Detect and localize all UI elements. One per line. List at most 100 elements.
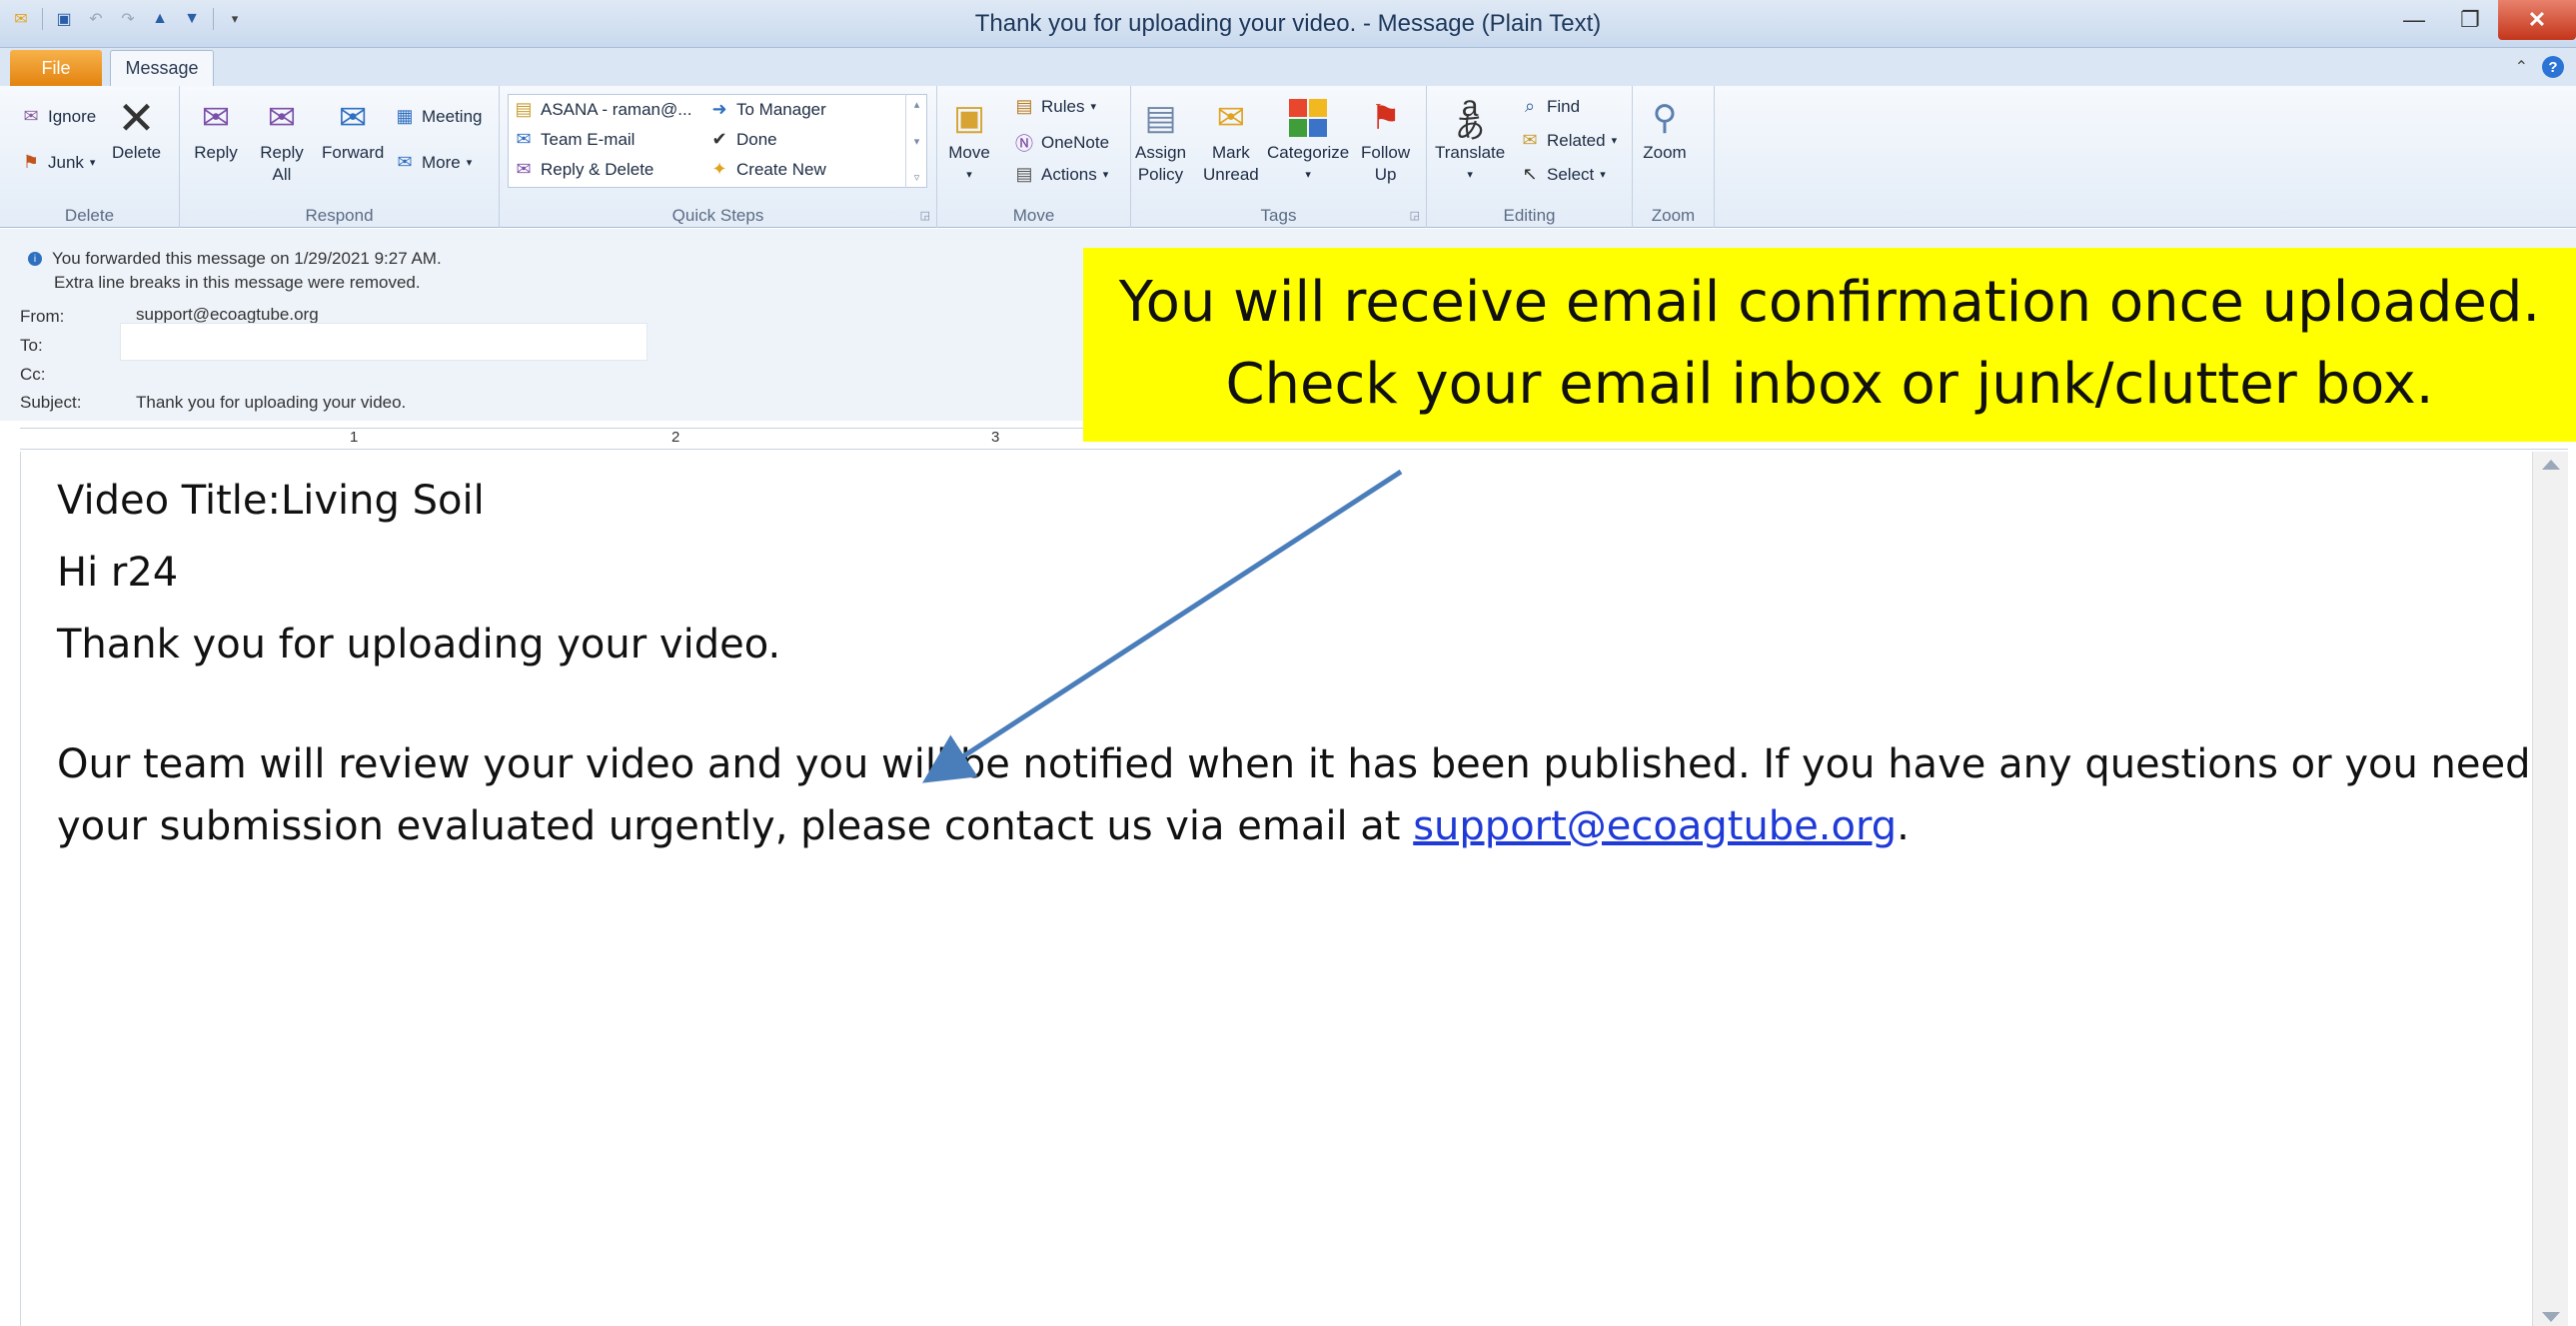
forward-button[interactable]: ✉ Forward [322,96,384,164]
rules-label: Rules [1041,96,1085,116]
info-linebreaks: Extra line breaks in this message were r… [54,273,421,292]
quick-step-team-email[interactable]: ✉ Team E-mail [513,129,635,150]
info-icon: i [28,252,42,266]
reply-all-label-2: All [272,165,292,184]
quick-step-to-manager-label: To Manager [736,99,826,119]
ribbon-tabs: File Message ⌃ ? [0,48,2576,86]
quick-step-reply-delete-label: Reply & Delete [541,159,654,179]
editing-group-label: Editing [1503,206,1556,225]
callout-line2: Check your email inbox or junk/clutter b… [1225,352,2434,417]
meeting-button[interactable]: ▦ Meeting [394,106,482,127]
zoom-group-label: Zoom [1651,206,1696,225]
meeting-label: Meeting [422,106,483,126]
window-controls: — ❐ ✕ [2386,0,2576,40]
to-field[interactable] [120,323,647,361]
scroll-up-icon[interactable] [2542,460,2560,470]
reply-all-button[interactable]: ✉ Reply All [260,96,304,186]
find-button[interactable]: ⌕ Find [1519,96,1580,117]
ribbon-right-controls: ⌃ ? [2515,56,2564,78]
thanks-line: Thank you for uploading your video. [57,622,781,667]
chevron-down-icon: ▾ [89,157,96,169]
zoom-button[interactable]: ⚲ Zoom [1643,96,1687,164]
forward-manager-icon: ➜ [711,99,727,119]
dialog-launcher-icon[interactable]: ◲ [920,209,930,222]
related-button[interactable]: ✉ Related ▾ [1519,130,1617,151]
help-icon[interactable]: ? [2542,56,2564,78]
dialog-launcher-icon[interactable]: ◲ [1410,209,1420,222]
junk-button[interactable]: ⚑ Junk ▾ [20,152,96,173]
delete-label: Delete [112,143,162,162]
assign-policy-button[interactable]: ▤ Assign Policy [1135,96,1186,186]
rules-icon: ▤ [1015,96,1033,116]
translate-icon: aあ [1455,90,1486,145]
greeting: Hi r24 [57,550,179,596]
junk-icon: ⚑ [22,152,40,172]
tab-file[interactable]: File [10,50,102,86]
move-group-label: Move [1012,206,1055,225]
quick-steps-scrollbar[interactable]: ▴ ▾ ▿ [905,94,927,188]
translate-button[interactable]: aあ Translate ▾ [1435,90,1505,186]
respond-group: ✉ Reply ✉ Reply All ✉ Forward ▦ Meeting … [180,86,500,228]
actions-button[interactable]: ▤ Actions ▾ [1013,164,1108,185]
delete-button[interactable]: ✕ Delete [112,95,162,164]
quick-step-reply-delete[interactable]: ✉ Reply & Delete [513,159,653,180]
quick-step-to-manager[interactable]: ➜ To Manager [708,99,826,120]
body-paragraph-suffix: . [1897,803,1910,849]
quick-step-create-new[interactable]: ✦ Create New [708,159,826,180]
select-button[interactable]: ↖ Select ▾ [1519,164,1605,185]
find-label: Find [1547,96,1581,116]
ignore-icon: ✉ [23,106,39,126]
from-value[interactable]: support@ecoagtube.org [136,305,319,325]
more-button[interactable]: ✉ More ▾ [394,152,472,173]
delete-group-label: Delete [64,206,115,225]
follow-up-button[interactable]: ⚑ Follow Up [1361,96,1410,186]
minimize-ribbon-icon[interactable]: ⌃ [2515,57,2528,77]
tab-message[interactable]: Message [110,50,214,86]
onenote-label: OneNote [1041,133,1110,152]
mark-unread-button[interactable]: ✉ Mark Unread [1203,96,1259,186]
forward-icon: ✉ [338,99,368,137]
scroll-down-icon[interactable] [2542,1312,2560,1322]
quick-step-asana[interactable]: ▤ ASANA - raman@... [513,99,691,120]
flag-icon: ⚑ [1370,99,1401,137]
reply-button[interactable]: ✉ Reply [194,96,238,164]
scroll-down-icon[interactable]: ▾ [914,135,920,148]
forward-label: Forward [322,143,385,162]
delete-group: ✉ Ignore ⚑ Junk ▾ ✕ Delete Delete [0,86,180,228]
expand-gallery-icon[interactable]: ▿ [914,171,920,184]
scroll-up-icon[interactable]: ▴ [914,98,920,111]
editing-group: aあ Translate ▾ ⌕ Find ✉ Related ▾ ↖ Sele… [1427,86,1633,228]
window-title: Thank you for uploading your video. - Me… [974,10,1602,37]
minimize-button[interactable]: — [2386,0,2442,40]
move-button[interactable]: ▣ Move ▾ [947,96,991,186]
info-bar[interactable]: i You forwarded this message on 1/29/202… [28,249,442,269]
quick-step-create-new-label: Create New [736,159,826,179]
vertical-scrollbar[interactable] [2532,452,2568,1326]
restore-button[interactable]: ❐ [2442,0,2498,40]
ruler-mark: 1 [350,429,359,446]
related-label: Related [1547,130,1606,150]
title-bar: ✉ ▣ ↶ ↷ ▲ ▼ ▾ Thank you for uploading yo… [0,0,2576,48]
respond-group-label: Respond [305,206,374,225]
assign-policy-icon: ▤ [1144,99,1177,137]
chevron-down-icon: ▾ [466,157,473,169]
message-body[interactable]: Video Title:Living Soil Hi r24 Thank you… [20,452,2538,1326]
chevron-down-icon: ▾ [1467,169,1473,181]
cc-label: Cc: [20,365,46,384]
quick-step-asana-label: ASANA - raman@... [541,99,692,119]
select-label: Select [1547,164,1595,184]
rules-button[interactable]: ▤ Rules ▾ [1013,96,1096,117]
support-email-link[interactable]: support@ecoagtube.org [1413,803,1897,849]
to-label: To: [20,336,43,355]
tags-group-label: Tags [1260,206,1297,225]
onenote-button[interactable]: Ⓝ OneNote [1013,130,1109,156]
categorize-button[interactable]: Categorize ▾ [1267,96,1349,186]
subject-value: Thank you for uploading your video. [136,393,407,412]
checkmark-icon: ✔ [711,129,727,149]
quick-step-done[interactable]: ✔ Done [708,129,776,150]
binoculars-icon: ⌕ [1524,96,1536,116]
ignore-button[interactable]: ✉ Ignore [20,106,96,127]
reply-icon: ✉ [201,99,231,137]
close-button[interactable]: ✕ [2498,0,2576,40]
callout-line1: You will receive email confirmation once… [1118,270,2541,335]
